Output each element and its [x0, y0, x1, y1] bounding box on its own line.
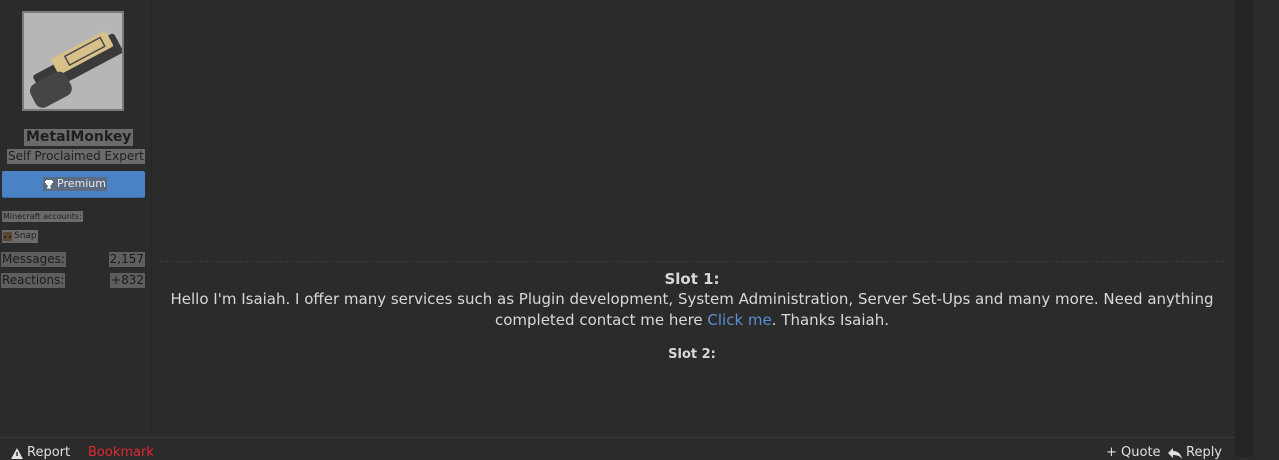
bookmark-link[interactable]: Bookmark — [88, 446, 154, 460]
signature-divider — [160, 261, 1224, 262]
user-title: Self Proclaimed Expert — [7, 149, 145, 164]
premium-label: Premium — [57, 177, 106, 190]
reply-label: Reply — [1186, 445, 1223, 460]
user-sidebar: MetalMonkey Self Proclaimed Expert Premi… — [0, 0, 152, 437]
quote-link[interactable]: + Quote — [1106, 446, 1161, 460]
click-me-link[interactable]: Click me — [707, 311, 771, 329]
premium-button[interactable]: Premium — [2, 171, 145, 198]
minecraft-account[interactable]: Snap — [2, 230, 38, 243]
slot-1-title: Slot 1: — [664, 270, 720, 288]
avatar[interactable] — [22, 11, 124, 111]
slot-1-description: Hello I'm Isaiah. I offer many services … — [160, 289, 1224, 331]
post-content — [152, 0, 1234, 437]
messages-label: Messages: — [1, 252, 66, 267]
reactions-value: +832 — [110, 273, 145, 288]
footer-divider — [0, 437, 1235, 438]
page-margin — [1253, 0, 1279, 457]
bookmark-label: Bookmark — [88, 445, 154, 460]
slot-1-text: Hello I'm Isaiah. I offer many services … — [170, 290, 1214, 329]
avatar-image — [24, 13, 122, 109]
reply-link[interactable]: Reply — [1168, 446, 1222, 460]
report-label: Report — [27, 445, 71, 460]
minecraft-head-icon — [3, 232, 12, 241]
minecraft-accounts-label: Minecraft accounts: — [2, 211, 83, 222]
quote-label: + Quote — [1106, 445, 1161, 460]
premium-badge: Premium — [43, 177, 107, 191]
reactions-label: Reactions: — [1, 273, 66, 288]
right-rail — [1235, 0, 1253, 457]
slot-1-text-end: . Thanks Isaiah. — [771, 311, 890, 329]
minecraft-account-name: Snap — [14, 231, 37, 241]
report-link[interactable]: Report — [11, 446, 70, 460]
username[interactable]: MetalMonkey — [24, 129, 134, 146]
slot-2-title: Slot 2: — [668, 347, 716, 362]
messages-value: 2,157 — [108, 252, 145, 267]
trophy-icon — [45, 180, 53, 189]
